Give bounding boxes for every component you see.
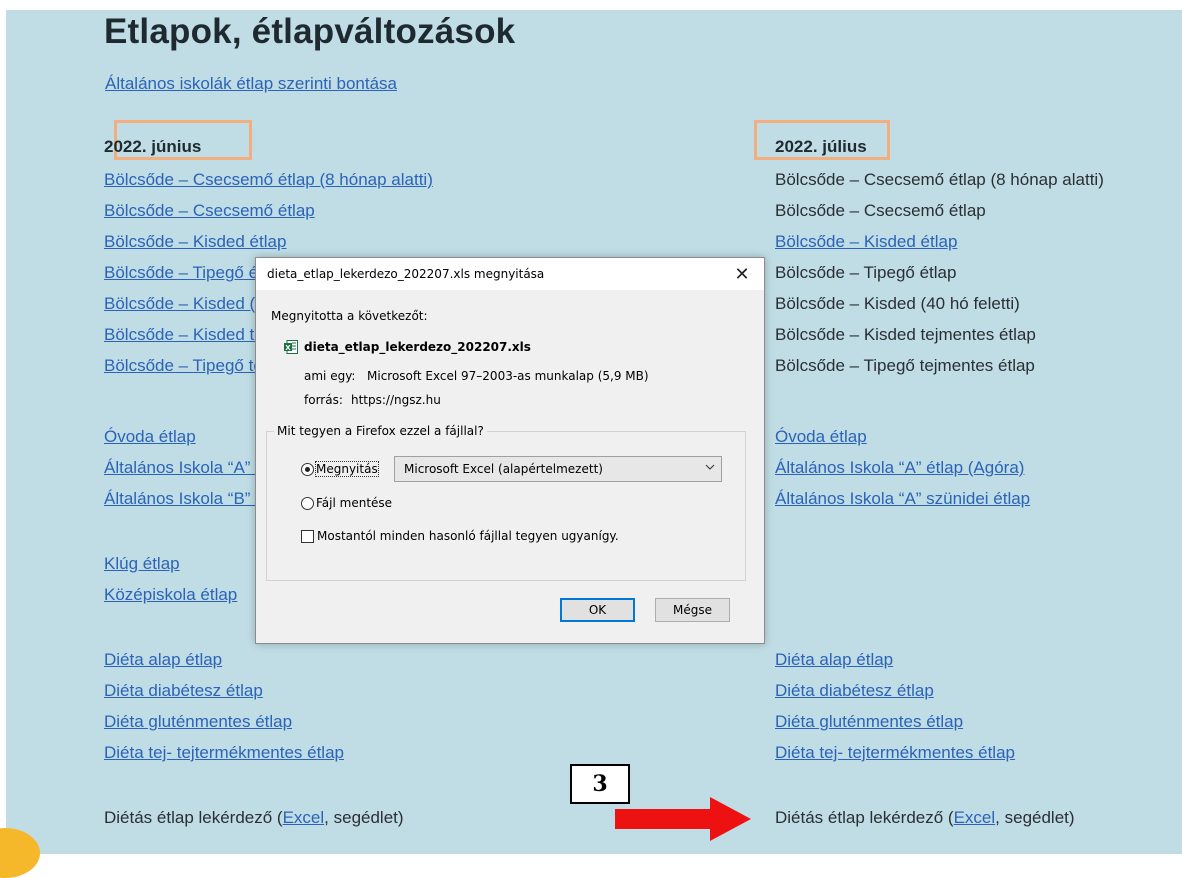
cancel-button[interactable]: Mégse — [655, 598, 730, 622]
july-diet-link-4[interactable]: Diéta tej- tejtermékmentes étlap — [775, 743, 1015, 763]
july-query-suffix: , segédlet) — [995, 808, 1075, 827]
file-type-value: Microsoft Excel 97–2003-as munkalap (5,9… — [367, 369, 649, 383]
save-file-radio[interactable] — [301, 497, 314, 510]
june-diet-link-3[interactable]: Diéta gluténmentes étlap — [104, 712, 292, 732]
file-source-value: https://ngsz.hu — [351, 393, 441, 407]
july-diet-link-2[interactable]: Diéta diabétesz étlap — [775, 681, 934, 701]
dialog-filename: dieta_etlap_lekerdezo_202207.xls — [304, 340, 531, 354]
june-diet-query: Diétás étlap lekérdező (Excel, segédlet) — [104, 808, 404, 828]
red-arrow-icon — [615, 797, 751, 841]
july-diet-query: Diétás étlap lekérdező (Excel, segédlet) — [775, 808, 1075, 828]
chevron-down-icon — [705, 464, 715, 470]
july-nursery-item-5: Bölcsőde – Kisded (40 hó feletti) — [775, 294, 1020, 313]
june-nursery-link-3[interactable]: Bölcsőde – Kisded étlap — [104, 232, 286, 252]
june-nursery-link-2[interactable]: Bölcsőde – Csecsemő étlap — [104, 201, 315, 221]
july-nursery-item-3[interactable]: Bölcsőde – Kisded étlap — [775, 232, 957, 252]
july-school-link-2[interactable]: Általános Iskola “A” étlap (Agóra) — [775, 458, 1024, 478]
july-nursery-item-4: Bölcsőde – Tipegő étlap — [775, 263, 957, 282]
june-diet-link-1[interactable]: Diéta alap étlap — [104, 650, 222, 670]
page-title: Etlapok, étlapváltozások — [104, 12, 516, 51]
june-other-link-1[interactable]: Klúg étlap — [104, 554, 180, 574]
july-heading: 2022. július — [775, 137, 867, 156]
june-excel-link[interactable]: Excel — [283, 808, 325, 827]
open-with-app-select[interactable]: Microsoft Excel (alapértelmezett) — [394, 456, 722, 482]
july-nursery-item-2: Bölcsőde – Csecsemő étlap — [775, 201, 986, 220]
june-other-link-2[interactable]: Középiskola étlap — [104, 585, 237, 605]
july-excel-link[interactable]: Excel — [954, 808, 996, 827]
open-with-app-value: Microsoft Excel (alapértelmezett) — [404, 462, 603, 476]
june-school-link-1[interactable]: Óvoda étlap — [104, 427, 196, 447]
file-open-dialog: dieta_etlap_lekerdezo_202207.xls megnyit… — [255, 257, 765, 644]
ok-button-label: OK — [588, 603, 607, 617]
june-nursery-link-1[interactable]: Bölcsőde – Csecsemő étlap (8 hónap alatt… — [104, 170, 433, 190]
july-school-link-1[interactable]: Óvoda étlap — [775, 427, 867, 447]
july-nursery-item-1: Bölcsőde – Csecsemő étlap (8 hónap alatt… — [775, 170, 1104, 189]
june-query-prefix: Diétás étlap lekérdező ( — [104, 808, 283, 827]
june-query-suffix: , segédlet) — [324, 808, 404, 827]
dialog-title: dieta_etlap_lekerdezo_202207.xls megnyit… — [267, 267, 545, 281]
june-heading: 2022. június — [104, 137, 202, 156]
remember-label[interactable]: Mostantól minden hasonló fájllal tegyen … — [317, 529, 619, 543]
primary-school-breakdown-link[interactable]: Általános iskolák étlap szerinti bontása — [105, 74, 397, 94]
remember-checkbox[interactable] — [301, 530, 314, 543]
june-diet-link-2[interactable]: Diéta diabétesz étlap — [104, 681, 263, 701]
svg-text:X: X — [285, 344, 291, 352]
file-type-label: ami egy: — [304, 369, 356, 383]
july-school-link-3[interactable]: Általános Iskola “A” szünidei étlap — [775, 489, 1030, 509]
open-with-label[interactable]: Megnyitás — [315, 461, 379, 477]
july-diet-link-3[interactable]: Diéta gluténmentes étlap — [775, 712, 963, 732]
save-file-label[interactable]: Fájl mentése — [316, 496, 392, 510]
action-question: Mit tegyen a Firefox ezzel a fájllal? — [274, 424, 487, 438]
file-source-label: forrás: — [304, 393, 343, 407]
july-query-prefix: Diétás étlap lekérdező ( — [775, 808, 954, 827]
ok-button[interactable]: OK — [560, 598, 635, 622]
excel-file-icon: X — [284, 340, 298, 354]
dialog-titlebar: dieta_etlap_lekerdezo_202207.xls megnyit… — [256, 258, 764, 290]
cancel-button-label: Mégse — [673, 603, 712, 617]
open-with-radio[interactable] — [301, 463, 314, 476]
july-nursery-item-6: Bölcsőde – Kisded tejmentes étlap — [775, 325, 1036, 344]
july-diet-link-1[interactable]: Diéta alap étlap — [775, 650, 893, 670]
june-diet-link-4[interactable]: Diéta tej- tejtermékmentes étlap — [104, 743, 344, 763]
opened-label: Megnyitotta a következőt: — [271, 309, 428, 323]
close-icon[interactable]: ✕ — [720, 258, 764, 290]
july-nursery-item-7: Bölcsőde – Tipegő tejmentes étlap — [775, 356, 1035, 375]
